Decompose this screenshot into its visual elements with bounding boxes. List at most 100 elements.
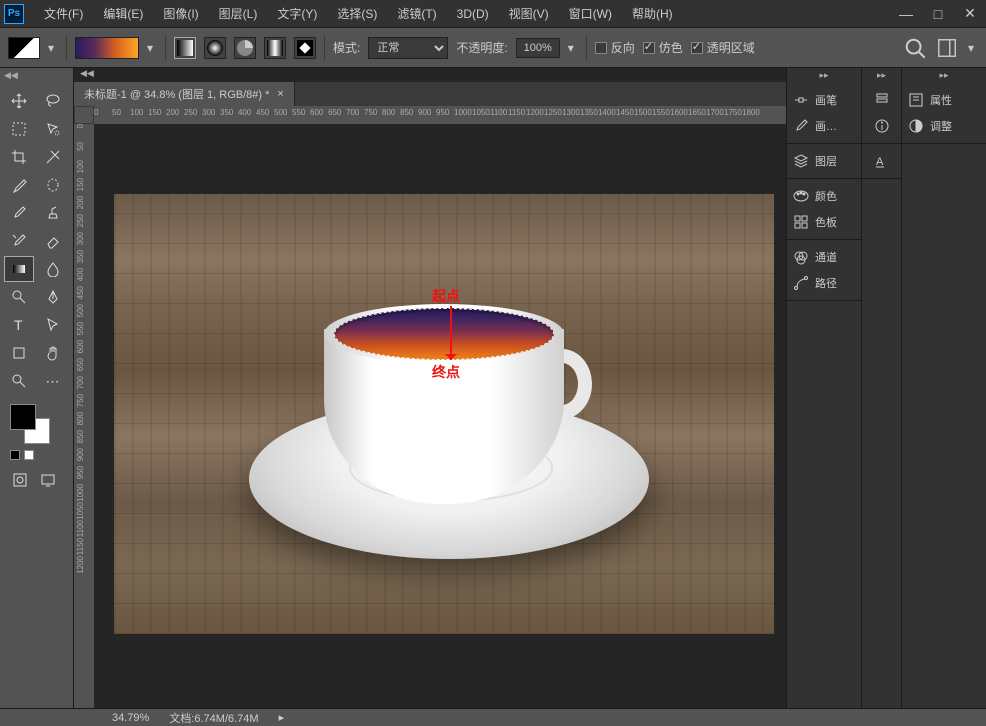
angle-gradient-button[interactable]: [234, 37, 256, 59]
menu-bar: Ps 文件(F) 编辑(E) 图像(I) 图层(L) 文字(Y) 选择(S) 滤…: [0, 0, 986, 28]
reflected-gradient-button[interactable]: [264, 37, 286, 59]
quick-mask-toggle[interactable]: [10, 470, 30, 490]
properties-panel-button[interactable]: 属性: [902, 87, 986, 113]
marquee-tool[interactable]: [4, 116, 34, 142]
minimize-icon[interactable]: ―: [894, 5, 918, 23]
menu-type[interactable]: 文字(Y): [267, 5, 327, 22]
paths-panel-button[interactable]: 路径: [787, 270, 861, 296]
menu-file[interactable]: 文件(F): [34, 5, 93, 22]
svg-text:A: A: [876, 156, 884, 168]
canvas-viewport[interactable]: 起点 终点: [94, 124, 786, 708]
ps-logo: Ps: [4, 4, 24, 24]
panel-collapse-3[interactable]: ▸▸: [902, 68, 986, 83]
gradient-dropdown[interactable]: ▾: [147, 41, 157, 55]
menu-help[interactable]: 帮助(H): [622, 5, 683, 22]
lasso-tool[interactable]: [38, 88, 68, 114]
zoom-level[interactable]: 34.79%: [112, 712, 149, 724]
history-brush-tool[interactable]: [4, 228, 34, 254]
opacity-label: 不透明度:: [456, 39, 507, 56]
move-tool[interactable]: [4, 88, 34, 114]
adjustments-panel-button[interactable]: 调整: [902, 113, 986, 139]
toolbox-collapse[interactable]: ◀◀: [4, 70, 18, 81]
info-panel-icon[interactable]: [862, 113, 901, 139]
workspace-dropdown[interactable]: ▾: [968, 41, 978, 55]
diamond-gradient-button[interactable]: [294, 37, 316, 59]
swatches-panel-button[interactable]: 色板: [787, 209, 861, 235]
document-area: ◀◀ 未标题-1 @ 34.8% (图层 1, RGB/8#) * × 0501…: [74, 68, 786, 708]
path-select-tool[interactable]: [38, 312, 68, 338]
horizontal-ruler[interactable]: 0501001502002503003504004505005506006507…: [94, 106, 786, 124]
vertical-ruler[interactable]: 0501001502002503003504004505005506006507…: [74, 124, 94, 708]
menu-view[interactable]: 视图(V): [499, 5, 559, 22]
history-panel-icon[interactable]: [862, 87, 901, 113]
patch-tool[interactable]: [38, 172, 68, 198]
status-info-dropdown[interactable]: ▸: [279, 711, 285, 724]
hand-tool[interactable]: [38, 340, 68, 366]
opacity-dropdown[interactable]: ▾: [568, 41, 578, 55]
annotation-start-label: 起点: [432, 286, 460, 306]
transparency-label: 透明区域: [707, 39, 755, 56]
blur-tool[interactable]: [38, 256, 68, 282]
crop-tool[interactable]: [4, 144, 34, 170]
tool-preset-dropdown[interactable]: ▾: [48, 41, 58, 55]
dither-checkbox[interactable]: [643, 42, 655, 54]
mode-label: 模式:: [333, 39, 360, 56]
character-panel-icon[interactable]: A: [862, 148, 901, 174]
tab-close-icon[interactable]: ×: [277, 88, 283, 100]
close-icon[interactable]: ✕: [958, 5, 982, 23]
document-info[interactable]: 文档:6.74M/6.74M: [169, 710, 258, 726]
image-cup: 起点 终点: [324, 304, 564, 504]
linear-gradient-button[interactable]: [174, 37, 196, 59]
status-bar: 34.79% 文档:6.74M/6.74M ▸: [0, 708, 986, 726]
color-panel-button[interactable]: 颜色: [787, 183, 861, 209]
opacity-input[interactable]: [516, 38, 560, 58]
menu-filter[interactable]: 滤镜(T): [387, 5, 446, 22]
panel-dock: ▸▸ 画笔 画… 图层 颜色 色板 通道 路径 ▸▸: [786, 68, 986, 708]
dodge-tool[interactable]: [4, 284, 34, 310]
pen-tool[interactable]: [38, 284, 68, 310]
clone-stamp-tool[interactable]: [38, 200, 68, 226]
menu-select[interactable]: 选择(S): [327, 5, 387, 22]
doc-collapse[interactable]: ◀◀: [74, 68, 786, 82]
canvas[interactable]: 起点 终点: [114, 194, 774, 634]
document-tab-title: 未标题-1 @ 34.8% (图层 1, RGB/8#) *: [84, 86, 269, 102]
edit-toolbar[interactable]: ⋯: [38, 368, 68, 394]
options-bar: ▾ ▾ 模式: 正常 不透明度: ▾ 反向 仿色 透明区域 ▾: [0, 28, 986, 68]
reverse-checkbox[interactable]: [595, 42, 607, 54]
brushes-panel-button[interactable]: 画笔: [787, 87, 861, 113]
shape-tool[interactable]: [4, 340, 34, 366]
layers-panel-button[interactable]: 图层: [787, 148, 861, 174]
panel-collapse-2[interactable]: ▸▸: [862, 68, 901, 83]
menu-image[interactable]: 图像(I): [153, 5, 208, 22]
document-tab[interactable]: 未标题-1 @ 34.8% (图层 1, RGB/8#) * ×: [74, 82, 295, 106]
swap-colors-icon[interactable]: [24, 450, 34, 460]
brush-presets-panel-button[interactable]: 画…: [787, 113, 861, 139]
menu-edit[interactable]: 编辑(E): [93, 5, 153, 22]
svg-text:T: T: [14, 317, 23, 333]
maximize-icon[interactable]: □: [926, 5, 950, 23]
slice-tool[interactable]: [38, 144, 68, 170]
default-colors-icon[interactable]: [10, 450, 20, 460]
panel-collapse-1[interactable]: ▸▸: [787, 68, 861, 83]
menu-3d[interactable]: 3D(D): [447, 7, 499, 21]
gradient-picker[interactable]: [75, 37, 139, 59]
eraser-tool[interactable]: [38, 228, 68, 254]
ruler-origin[interactable]: [74, 106, 94, 124]
screen-mode-toggle[interactable]: [38, 470, 58, 490]
channels-panel-button[interactable]: 通道: [787, 244, 861, 270]
quick-select-tool[interactable]: [38, 116, 68, 142]
eyedropper-tool[interactable]: [4, 172, 34, 198]
brush-tool[interactable]: [4, 200, 34, 226]
zoom-tool[interactable]: [4, 368, 34, 394]
menu-layer[interactable]: 图层(L): [209, 5, 268, 22]
type-tool[interactable]: T: [4, 312, 34, 338]
radial-gradient-button[interactable]: [204, 37, 226, 59]
menu-window[interactable]: 窗口(W): [559, 5, 622, 22]
transparency-checkbox[interactable]: [691, 42, 703, 54]
gradient-tool[interactable]: [4, 256, 34, 282]
search-icon[interactable]: [904, 37, 926, 59]
blend-mode-select[interactable]: 正常: [368, 37, 448, 59]
foreground-color-swatch[interactable]: [10, 404, 36, 430]
tool-preset-picker[interactable]: [8, 37, 40, 59]
workspace-switcher[interactable]: [936, 37, 958, 59]
